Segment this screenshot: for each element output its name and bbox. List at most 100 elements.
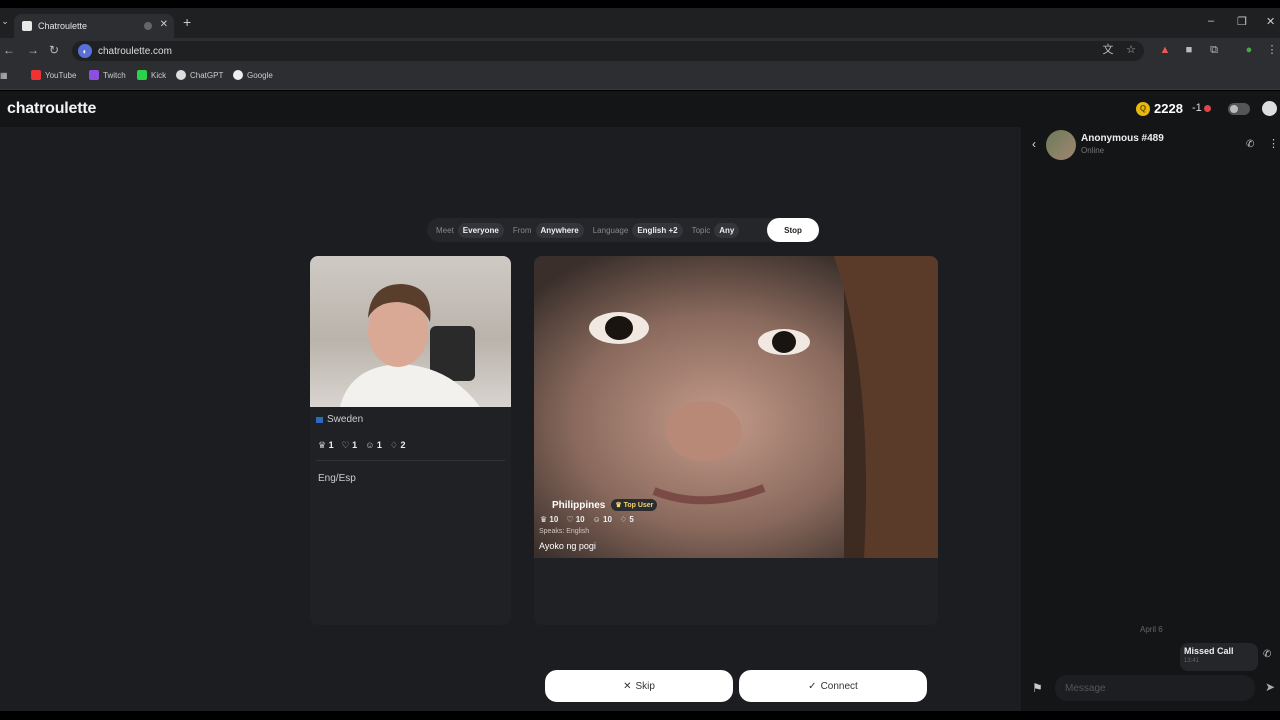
url-text: chatroulette.com [98, 45, 172, 57]
self-video [310, 256, 511, 407]
more-options-icon[interactable]: ⋮ [1268, 137, 1279, 150]
top-user-badge: ♛ Top User [611, 499, 658, 511]
language-select[interactable]: English +2 [632, 222, 683, 238]
tab-favicon-icon [22, 21, 32, 31]
back-arrow-icon[interactable]: ‹ [1032, 137, 1036, 151]
maximize-icon[interactable]: ❐ [1237, 15, 1247, 28]
from-label: From [512, 225, 532, 235]
forward-icon[interactable]: → [27, 43, 39, 57]
connect-button[interactable]: ✓ Connect [739, 670, 927, 702]
reload-icon[interactable]: ↻ [49, 43, 59, 57]
tab-audio-icon[interactable] [144, 22, 152, 30]
bookmark-google[interactable]: Google [233, 70, 273, 80]
self-camera-card: Sweden ♛ 1 ♡ 1 ☺ 1 ♢ 2 Eng/Esp [310, 256, 511, 625]
bookmark-label: Twitch [103, 70, 126, 80]
missed-call-label: Missed Call [1184, 646, 1234, 656]
remote-stat: ♡ 10 [566, 515, 585, 524]
youtube-icon [31, 70, 41, 80]
tab-title: Chatroulette [38, 21, 88, 31]
check-icon: ✓ [808, 680, 817, 692]
site-logo[interactable]: chatroulette [7, 100, 96, 118]
bookmark-chatgpt[interactable]: ChatGPT [176, 70, 223, 80]
remote-bio: Ayoko ng pogi [539, 541, 596, 551]
gift-icon[interactable]: ⚑ [1032, 681, 1043, 695]
self-stat: ♛ 1 [318, 440, 334, 450]
url-bar[interactable]: ◐ chatroulette.com [72, 41, 1144, 61]
back-icon[interactable]: ← [3, 43, 15, 57]
from-select[interactable]: Anywhere [535, 222, 584, 238]
remote-stats: ♛ 10 ♡ 10 ☺ 10 ♢ 5 [540, 515, 634, 524]
self-stat: ♡ 1 [341, 440, 358, 450]
meet-label: Meet [436, 225, 454, 235]
google-icon [233, 70, 243, 80]
meet-select[interactable]: Everyone [457, 222, 504, 238]
kick-icon [137, 70, 147, 80]
message-input[interactable] [1055, 675, 1255, 701]
minimize-icon[interactable]: – [1208, 15, 1214, 27]
remote-camera-card: Philippines ♛ Top User ♛ 10 ♡ 10 ☺ 10 ♢ … [534, 256, 938, 625]
remote-stat: ♢ 5 [619, 515, 634, 524]
extensions-puzzle-icon[interactable]: ⧉ [1208, 44, 1220, 56]
close-tab-icon[interactable]: ✕ [160, 19, 168, 30]
self-video-person [340, 284, 480, 407]
close-icon: ✕ [623, 680, 632, 692]
site-header: chatroulette Q 2228 -1 [0, 91, 1280, 127]
notification-count: -1 [1192, 102, 1202, 114]
bookmark-star-icon[interactable]: ☆ [1125, 44, 1137, 56]
chat-contact-status: Online [1081, 146, 1105, 155]
bookmark-kick[interactable]: Kick [137, 70, 166, 80]
chatgpt-icon [176, 70, 186, 80]
self-country: Sweden [316, 414, 363, 425]
remote-stat: ☺ 10 [592, 515, 612, 524]
chat-date: April 6 [1140, 625, 1163, 634]
call-back-icon[interactable]: ✆ [1263, 649, 1271, 660]
phone-icon[interactable]: ✆ [1246, 139, 1254, 150]
bookmark-label: YouTube [45, 70, 77, 80]
connect-label: Connect [820, 680, 858, 692]
bookmark-youtube[interactable]: YouTube [31, 70, 76, 80]
new-tab-button[interactable]: + [183, 14, 191, 30]
site-info-icon[interactable]: ◐ [78, 44, 92, 58]
toggle-knob [1230, 105, 1238, 113]
twitch-icon [89, 70, 99, 80]
coin-icon: Q [1136, 101, 1150, 116]
translate-icon[interactable]: 文 [1102, 44, 1114, 56]
extension-flame-icon[interactable]: ▲ [1159, 44, 1171, 56]
bookmarks-bar: ▦ YouTube Twitch Kick ChatGPT Google [0, 64, 1280, 90]
self-stats: ♛ 1 ♡ 1 ☺ 1 ♢ 2 [318, 440, 406, 451]
chat-panel: ‹ Anonymous #489 Online ✆ ⋮ April 6 Miss… [1021, 127, 1280, 711]
profile-avatar-icon[interactable]: ● [1243, 44, 1255, 56]
sweden-flag-icon [316, 416, 323, 423]
avatar[interactable] [1046, 130, 1076, 160]
tab-search-icon[interactable]: ⌄ [0, 16, 10, 30]
remote-video [534, 256, 938, 558]
notification-dot-icon [1203, 104, 1211, 112]
apps-grid-icon[interactable]: ▦ [0, 71, 8, 80]
notification-counter[interactable]: -1 [1192, 102, 1211, 114]
coin-balance[interactable]: Q 2228 [1136, 101, 1183, 116]
send-icon[interactable]: ➤ [1265, 680, 1275, 694]
mode-toggle[interactable] [1228, 103, 1250, 115]
bookmark-twitch[interactable]: Twitch [89, 70, 126, 80]
close-window-icon[interactable]: ✕ [1266, 15, 1275, 28]
stop-button[interactable]: Stop [767, 218, 819, 242]
remote-video-person [589, 256, 938, 558]
coin-count: 2228 [1154, 101, 1183, 116]
bookmark-label: ChatGPT [190, 70, 224, 80]
extension-square-icon[interactable]: ■ [1183, 44, 1195, 56]
bookmark-label: Google [247, 70, 273, 80]
address-toolbar: ← → ↻ ◐ chatroulette.com 文 ☆ ▲ ■ ⧉ ● ⋮ [0, 38, 1280, 64]
browser-tab[interactable]: Chatroulette ✕ [14, 14, 174, 38]
chat-contact-name: Anonymous #489 [1081, 133, 1164, 144]
topic-select[interactable]: Any [714, 222, 740, 238]
browser-menu-icon[interactable]: ⋮ [1266, 44, 1278, 56]
remote-speaks: Speaks: English [539, 528, 590, 535]
skip-button[interactable]: ✕ Skip [545, 670, 733, 702]
self-country-name: Sweden [327, 414, 364, 425]
account-icon[interactable] [1262, 101, 1277, 116]
self-stat: ☺ 1 [365, 440, 382, 450]
self-stat: ♢ 2 [389, 440, 406, 450]
self-bio: Eng/Esp [318, 473, 356, 484]
remote-stat: ♛ 10 [540, 515, 559, 524]
match-filters: Meet Everyone From Anywhere Language Eng… [427, 218, 819, 242]
